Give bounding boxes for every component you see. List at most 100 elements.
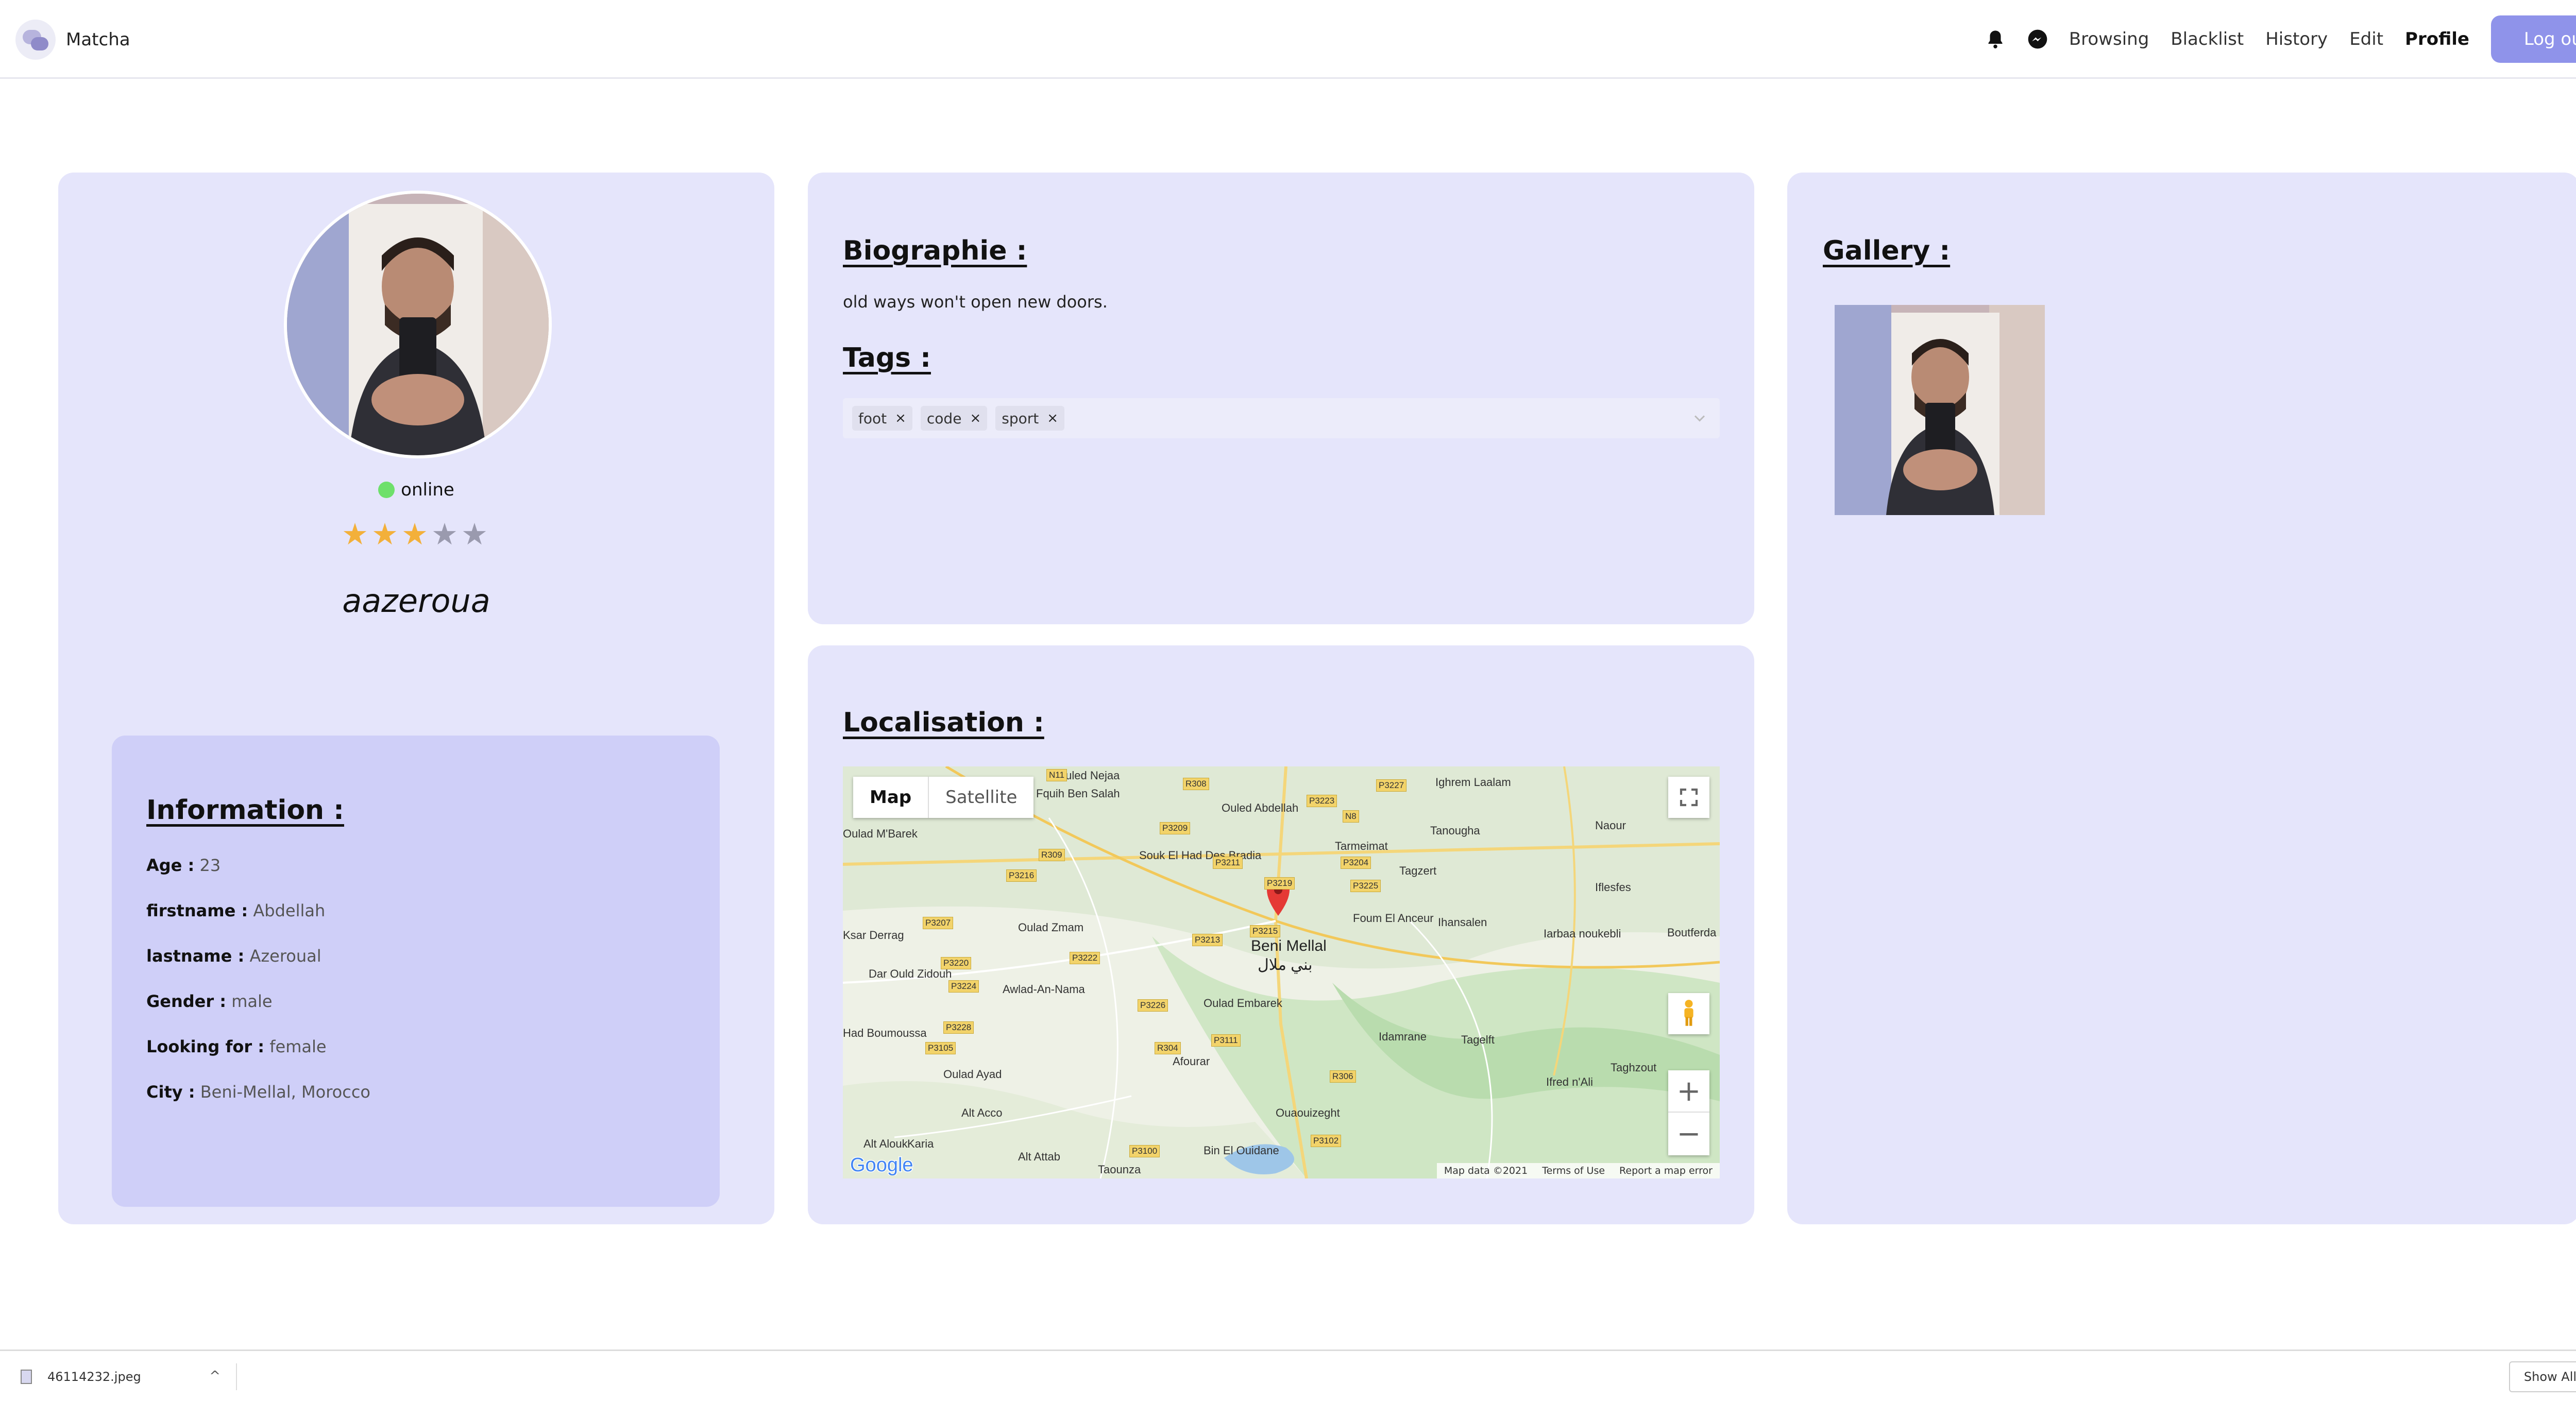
road-badge: P3102 xyxy=(1311,1135,1342,1147)
tags-title: Tags : xyxy=(843,343,931,373)
road-badge: P3220 xyxy=(941,957,972,969)
star-icon: ★ xyxy=(461,517,491,552)
nav-link-browsing[interactable]: Browsing xyxy=(2069,29,2149,49)
bell-icon[interactable] xyxy=(1985,28,2006,50)
road-badge: P3209 xyxy=(1160,822,1191,834)
username: aazeroua xyxy=(342,582,490,620)
fullscreen-icon[interactable] xyxy=(1668,777,1709,818)
info-city: City : Beni-Mellal, Morocco xyxy=(146,1082,370,1102)
map-place-label: Boutferda xyxy=(1667,926,1717,939)
road-badge: P3222 xyxy=(1070,952,1100,964)
info-label: firstname : xyxy=(146,901,248,920)
nav-link-history[interactable]: History xyxy=(2265,29,2328,49)
gallery-photo[interactable] xyxy=(1835,305,2045,515)
file-icon xyxy=(21,1370,32,1384)
map-place-label: Oulad Ayad xyxy=(943,1068,1002,1081)
tag-remove-icon[interactable]: × xyxy=(895,411,906,426)
road-badge: R306 xyxy=(1330,1070,1356,1083)
logout-button[interactable]: Log out xyxy=(2491,15,2576,63)
info-firstname: firstname : Abdellah xyxy=(146,901,325,920)
zoom-control: + − xyxy=(1668,1070,1709,1155)
map-place-label: Tagelft xyxy=(1461,1033,1495,1046)
tag-label: code xyxy=(926,409,962,427)
road-badge: P3226 xyxy=(1138,999,1168,1012)
map-place-label: Afourar xyxy=(1173,1055,1210,1068)
map-type-map-button[interactable]: Map xyxy=(853,777,928,818)
biography-title: Biographie : xyxy=(843,235,1027,266)
star-icon: ★ xyxy=(401,517,431,552)
chevron-up-icon[interactable]: ^ xyxy=(209,1369,221,1384)
chevron-down-icon[interactable] xyxy=(1692,411,1707,426)
messenger-icon[interactable] xyxy=(2027,28,2048,50)
map-place-label: Ifred n'Ali xyxy=(1546,1075,1594,1088)
info-value: male xyxy=(231,992,273,1011)
map-city-label: Beni Mellal xyxy=(1251,937,1327,954)
info-lastname: lastname : Azeroual xyxy=(146,946,321,966)
info-value: 23 xyxy=(199,856,221,875)
road-badge: P3224 xyxy=(948,980,979,993)
map-place-label: Ihansalen xyxy=(1438,916,1487,929)
brand[interactable]: Matcha xyxy=(15,20,130,60)
nav-link-blacklist[interactable]: Blacklist xyxy=(2171,29,2244,49)
map-place-label: Foum El Anceur xyxy=(1353,912,1434,925)
road-badge: P3228 xyxy=(943,1021,974,1034)
zoom-in-button[interactable]: + xyxy=(1668,1070,1709,1113)
map-place-label: Karia xyxy=(907,1137,934,1150)
google-logo[interactable]: Google xyxy=(849,1154,916,1178)
tag-label: foot xyxy=(858,409,887,427)
tag-remove-icon[interactable]: × xyxy=(970,411,981,426)
tag-remove-icon[interactable]: × xyxy=(1047,411,1058,426)
zoom-out-button[interactable]: − xyxy=(1668,1113,1709,1155)
online-status: online xyxy=(58,480,774,500)
download-item[interactable]: 46114232.jpeg ^ xyxy=(21,1363,237,1390)
map-place-label: Tanougha xyxy=(1430,824,1480,837)
information-title: Information : xyxy=(146,795,344,826)
map-type-satellite-button[interactable]: Satellite xyxy=(928,777,1033,818)
map-place-label: Oulad M'Barek xyxy=(843,827,918,840)
map[interactable]: Ouled Nejaa Fquih Ben Salah Ouled Abdell… xyxy=(843,766,1720,1178)
road-badge: P3204 xyxy=(1341,857,1371,869)
tag-chip: sport × xyxy=(995,406,1065,431)
tags-select[interactable]: foot × code × sport × xyxy=(843,398,1720,438)
road-badge: N11 xyxy=(1046,769,1067,781)
road-badge: P3223 xyxy=(1307,795,1337,807)
gallery-title: Gallery : xyxy=(1823,235,1951,266)
road-badge: P3213 xyxy=(1192,934,1223,946)
road-badge: P3100 xyxy=(1129,1145,1160,1157)
download-filename[interactable]: 46114232.jpeg xyxy=(47,1370,141,1384)
map-type-control: Map Satellite xyxy=(853,777,1034,818)
chat-bubbles-logo-icon xyxy=(15,20,56,60)
road-badge: R308 xyxy=(1183,778,1209,790)
terms-of-use-link[interactable]: Terms of Use xyxy=(1535,1165,1612,1176)
road-badge: P3216 xyxy=(1006,869,1037,882)
avatar xyxy=(284,191,552,458)
map-place-label: Taounza xyxy=(1098,1163,1141,1176)
map-place-label: Alt Acco xyxy=(961,1106,1003,1119)
info-value: Azeroual xyxy=(249,946,321,966)
nav-link-profile[interactable]: Profile xyxy=(2405,29,2469,49)
info-label: lastname : xyxy=(146,946,245,966)
road-badge: P3215 xyxy=(1250,925,1281,937)
info-age: Age : 23 xyxy=(146,856,221,875)
info-value: Abdellah xyxy=(253,901,326,920)
info-label: Looking for : xyxy=(146,1037,265,1056)
show-all-button[interactable]: Show All xyxy=(2509,1361,2576,1392)
biography-text: old ways won't open new doors. xyxy=(843,292,1108,312)
tag-label: sport xyxy=(1002,409,1039,427)
nav-right: Browsing Blacklist History Edit Profile … xyxy=(1985,15,2576,63)
info-label: Gender : xyxy=(146,992,227,1011)
nav-link-edit[interactable]: Edit xyxy=(2349,29,2383,49)
pegman-icon[interactable] xyxy=(1668,993,1709,1034)
information-box: Information : Age : 23 firstname : Abdel… xyxy=(112,736,720,1207)
road-badge: P3105 xyxy=(925,1042,956,1054)
report-map-error-link[interactable]: Report a map error xyxy=(1612,1165,1720,1176)
info-value: female xyxy=(269,1037,327,1056)
status-text: online xyxy=(401,480,454,500)
map-place-label: Alt Attab xyxy=(1018,1150,1060,1163)
map-place-label: Ouaouizeght xyxy=(1276,1106,1340,1119)
brand-name[interactable]: Matcha xyxy=(66,29,130,50)
map-place-label: Awlad-An-Nama xyxy=(1003,983,1085,996)
map-place-label: Had Boumoussa xyxy=(843,1027,927,1039)
google-logo-text: Google xyxy=(850,1154,913,1175)
info-label: Age : xyxy=(146,856,195,875)
